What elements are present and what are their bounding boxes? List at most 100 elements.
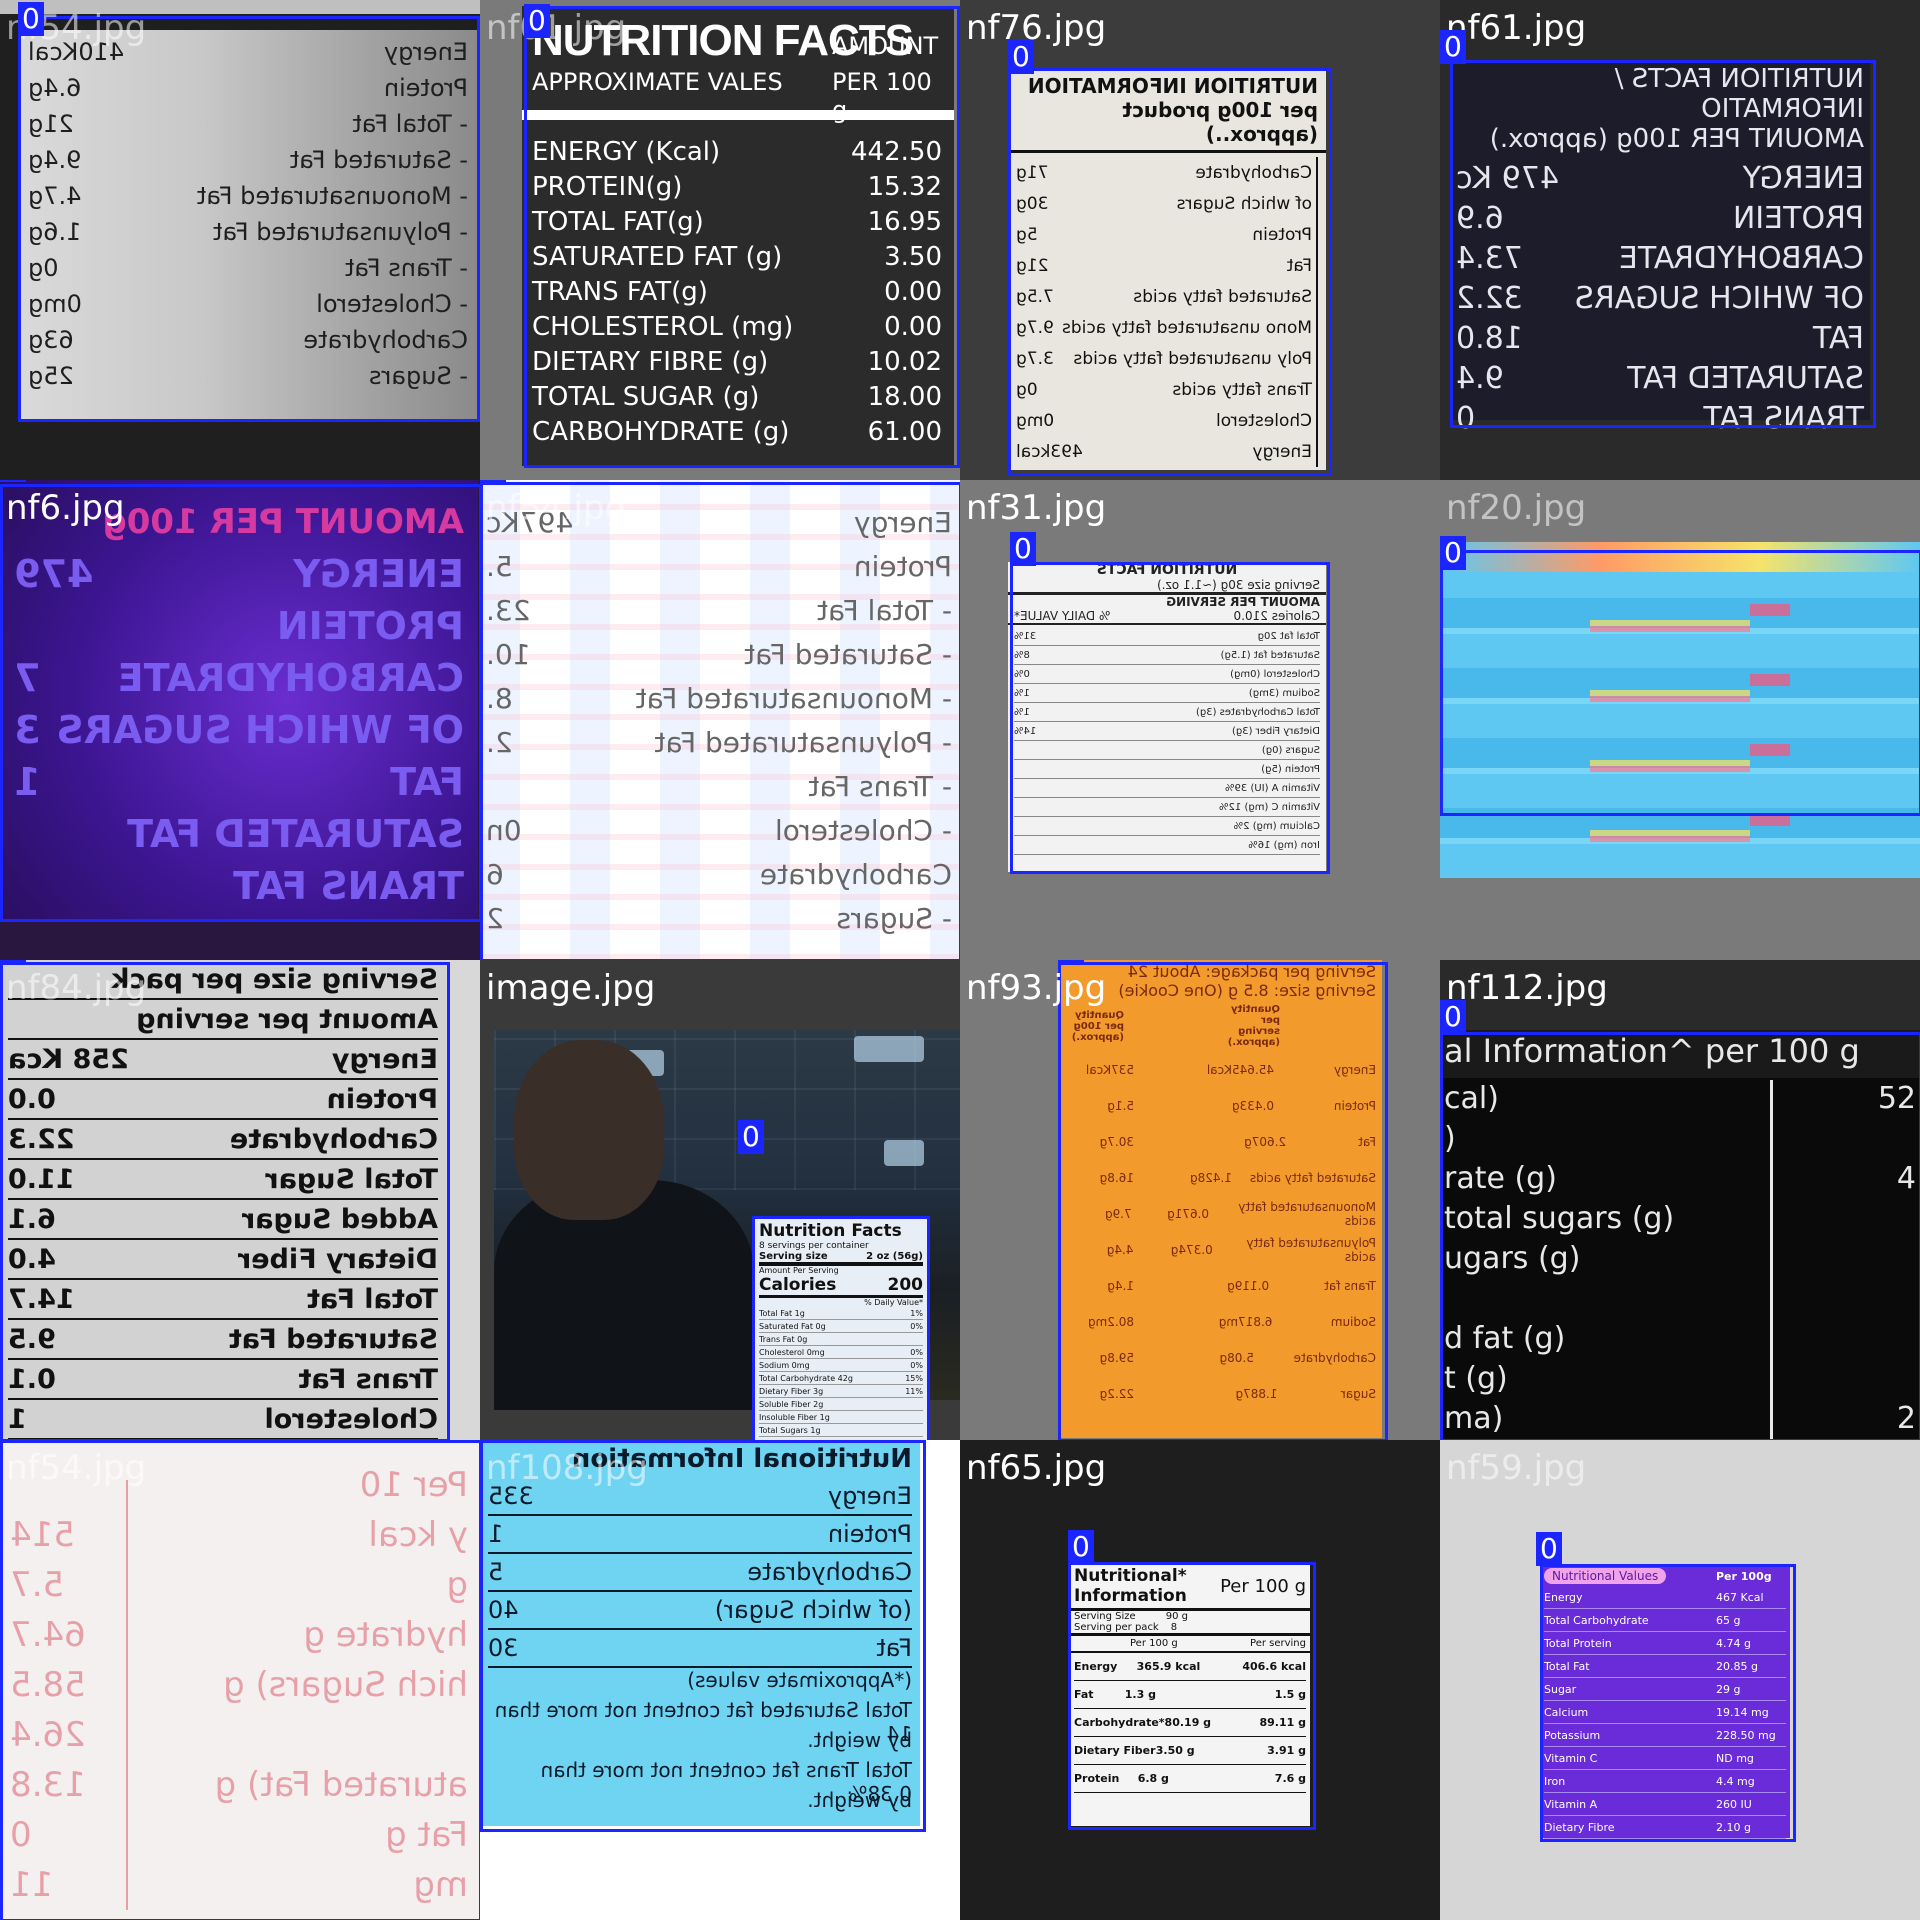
table-row: Trans Fat 0g <box>759 1333 923 1346</box>
filename-nf20: nf20.jpg <box>1446 488 1587 528</box>
row-value: 0% <box>910 1360 923 1370</box>
bbox-nf54 <box>18 16 480 422</box>
class-tag: 0 <box>524 4 550 38</box>
row-label: Dietary Fiber 3g <box>759 1386 824 1396</box>
table-row: Saturated Fat 0g 0% <box>759 1320 923 1333</box>
row-label: Insoluble Fiber 1g <box>759 1412 830 1422</box>
bbox-nf93 <box>1058 962 1388 1440</box>
cell-nf112: al Information^ per 100 g cal) 52) rate (g… <box>1440 960 1920 1440</box>
class-tag: 0 <box>1008 40 1034 74</box>
class-tag: 0 <box>1440 536 1466 570</box>
cell-nf61: NUTRITION FACTS / INFORMATIO AMOUNT PER … <box>1440 0 1920 480</box>
bbox-nf6 <box>0 484 480 922</box>
filename-nf54b: nf54.jpg <box>486 488 627 528</box>
cell-nf54: Energy 410Kcal Protein 6.4g - Total Fat 21g - … <box>0 0 480 480</box>
cell-nf108: Nutritional Information Energy 335 Protein… <box>480 1440 960 1920</box>
row-label: Total Fat 1g <box>759 1308 805 1318</box>
filename-image: image.jpg <box>486 968 656 1008</box>
cell-nf01: NUTRITION FACTS AMOUNT APPROXIMATE VALES… <box>480 0 960 480</box>
filename-nf01: nf01.jpg <box>486 8 627 48</box>
filename-nf112: nf112.jpg <box>1446 968 1608 1008</box>
nf-card-dv: % Daily Value* <box>864 1298 923 1307</box>
filename-nf108: nf108.jpg <box>486 1448 648 1488</box>
class-tag: 0 <box>1536 1532 1562 1566</box>
class-tag: 0 <box>18 2 44 36</box>
table-row: Soluble Fiber 2g <box>759 1398 923 1411</box>
cell-nf59: Nutritional Values Per 100g Energy 467 Kc… <box>1440 1440 1920 1920</box>
filename-nf65: nf65.jpg <box>966 1448 1107 1488</box>
bbox-nf76 <box>1008 68 1332 476</box>
class-tag: 0 <box>1058 960 1084 964</box>
table-row: Total Carbohydrate 42g 15% <box>759 1372 923 1385</box>
mosaic-grid: Energy 410Kcal Protein 6.4g - Total Fat 21g - … <box>0 0 1920 1920</box>
cell-nf31: NUTRITION FACTS Serving size 30g (~1.1 o… <box>960 480 1440 960</box>
bbox-nf31 <box>1010 562 1330 874</box>
cell-nf54b: Energy 497Kc Protein 5. - Total Fat 23. - Satu… <box>480 480 960 960</box>
row-label: Soluble Fiber 2g <box>759 1399 824 1409</box>
bbox-nf20 <box>1440 550 1920 816</box>
nf-card-servings: 8 servings per container <box>759 1241 869 1251</box>
class-tag: 0 <box>0 1440 26 1442</box>
nf-card-size: 2 oz (56g) <box>866 1251 923 1262</box>
class-tag: 0 <box>738 1120 764 1154</box>
bbox-nf54c <box>0 1440 480 1920</box>
table-row: Total Fat 1g 1% <box>759 1307 923 1320</box>
filename-nf93: nf93.jpg <box>966 968 1107 1008</box>
bbox-nf59 <box>1540 1564 1796 1842</box>
cell-nf93: Serving per package: About 24 Serving si… <box>960 960 1440 1440</box>
class-tag: 0 <box>1440 30 1466 64</box>
filename-nf54c: nf54.jpg <box>6 1448 147 1488</box>
class-tag: 0 <box>1010 532 1036 566</box>
row-label: Trans Fat 0g <box>759 1334 808 1344</box>
class-tag: 0 <box>0 960 26 964</box>
table-row: Cholesterol 0mg 0% <box>759 1346 923 1359</box>
row-label: Cholesterol 0mg <box>759 1347 825 1357</box>
bbox-nf112 <box>1440 1032 1920 1440</box>
row-value: 15% <box>905 1373 923 1383</box>
row-label: Saturated Fat 0g <box>759 1321 826 1331</box>
row-value: 0% <box>910 1347 923 1357</box>
photo: Nutrition Facts 8 servings per container… <box>494 1030 960 1440</box>
class-tag: 0 <box>0 480 26 482</box>
cell-nf65: Nutritional* Information Per 100 g Servin… <box>960 1440 1440 1920</box>
row-value: 1% <box>910 1308 923 1318</box>
bbox-nf61 <box>1450 60 1876 428</box>
row-label: Sodium 0mg <box>759 1360 810 1370</box>
person-head <box>514 1040 664 1220</box>
table-row: Sodium 0mg 0% <box>759 1359 923 1372</box>
bbox-nf01 <box>524 6 960 468</box>
filename-nf61: nf61.jpg <box>1446 8 1587 48</box>
table-row: Insoluble Fiber 1g <box>759 1411 923 1424</box>
row-label: Total Sugars 1g <box>759 1425 821 1435</box>
bbox-nf65 <box>1068 1562 1316 1830</box>
class-tag: 0 <box>480 1440 506 1442</box>
table-row: Dietary Fiber 3g 11% <box>759 1385 923 1398</box>
bbox-nf84 <box>0 962 450 1440</box>
filename-nf6: nf6.jpg <box>6 488 125 528</box>
cell-photo: Nutrition Facts 8 servings per container… <box>480 960 960 1440</box>
row-value: 11% <box>905 1386 923 1396</box>
class-tag: 0 <box>1068 1530 1094 1564</box>
cell-nf6: AMOUNT PER 100g ENERGY 479 PROTEIN CARBOHYD… <box>0 480 480 960</box>
nf-card-size-label: Serving size <box>759 1251 828 1262</box>
cell-nf84: Serving size per pack Amount per serving E… <box>0 960 480 1440</box>
table-row: Total Sugars 1g <box>759 1424 923 1437</box>
nf-card-cal: 200 <box>887 1275 924 1295</box>
filename-nf84: nf84.jpg <box>6 968 147 1008</box>
cell-nf54c: Per 10 y kcal 514 g 5.7 hydrate g 64.7 hich Sug… <box>0 1440 480 1920</box>
bbox-nf54b <box>480 482 960 960</box>
row-label: Total Carbohydrate 42g <box>759 1373 853 1383</box>
filename-nf76: nf76.jpg <box>966 8 1107 48</box>
filename-nf59: nf59.jpg <box>1446 1448 1587 1488</box>
nf-label-card: Nutrition Facts 8 servings per container… <box>752 1216 930 1440</box>
class-tag: 0 <box>480 480 506 482</box>
nf-card-amount: Amount Per Serving <box>759 1266 839 1275</box>
cell-nf76: NUTRITION INFORMATION per 100g product (… <box>960 0 1440 480</box>
nf-card-cal-label: Calories <box>759 1275 837 1295</box>
class-tag: 0 <box>1440 1000 1466 1034</box>
cell-nf20: 0 nf20.jpg <box>1440 480 1920 960</box>
filename-nf31: nf31.jpg <box>966 488 1107 528</box>
nf-card-title: Nutrition Facts <box>759 1221 902 1241</box>
bbox-nf108 <box>480 1440 926 1832</box>
row-value: 0% <box>910 1321 923 1331</box>
